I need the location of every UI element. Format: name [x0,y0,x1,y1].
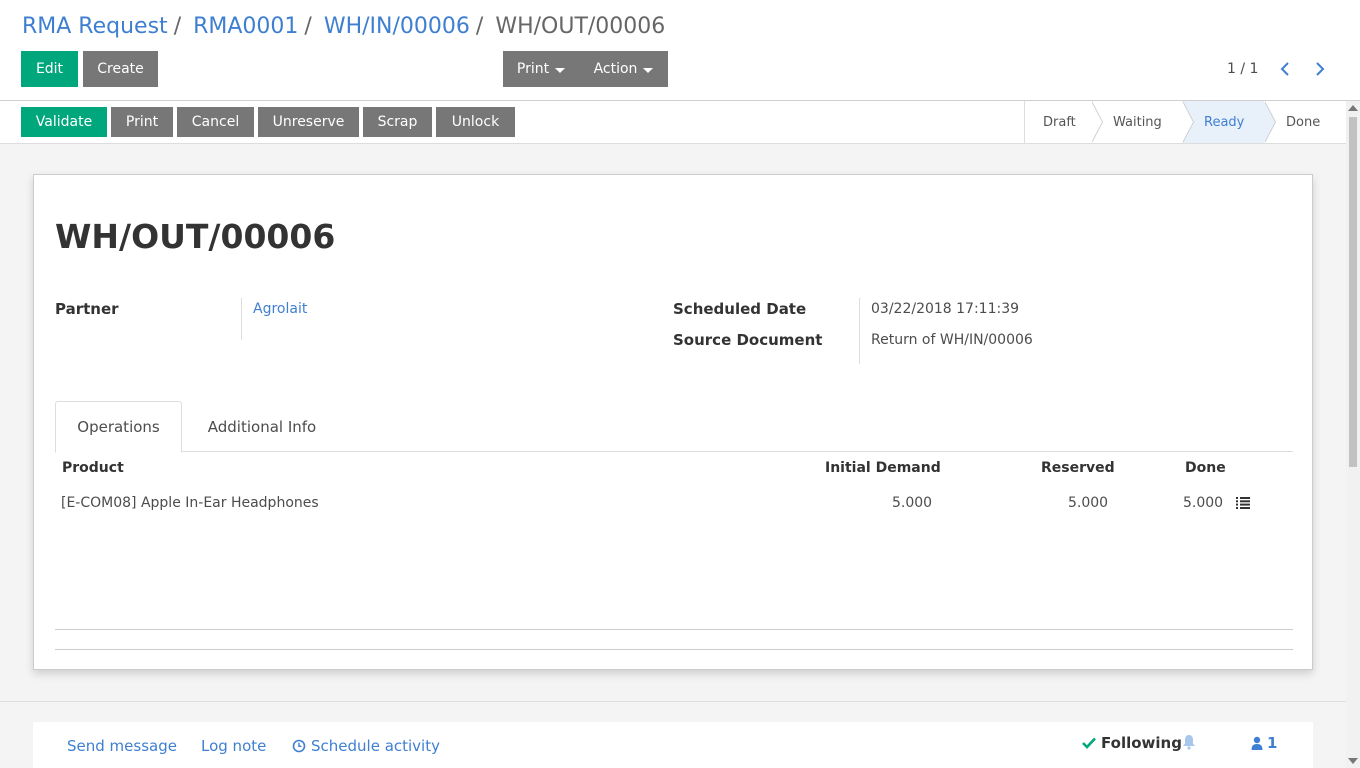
clock-icon [292,739,306,753]
pager-previous-icon[interactable] [1275,58,1295,80]
source-document-label: Source Document [673,331,823,349]
followers-count: 1 [1267,734,1278,752]
stage-ready[interactable]: Ready [1182,101,1276,143]
stage-draft[interactable]: Draft [1025,101,1103,143]
caret-down-icon [643,67,654,73]
following-label: Following [1101,734,1182,752]
scrap-button[interactable]: Scrap [363,107,432,137]
send-message-button[interactable]: Send message [67,737,177,755]
column-header-done[interactable]: Done [1185,460,1226,476]
stage-label: Ready [1204,114,1245,130]
schedule-activity-button[interactable]: Schedule activity [292,737,440,755]
control-panel: RMA Request / RMA0001/ WH/IN/00006/ WH/OU… [0,0,1360,101]
breadcrumb: RMA Request / RMA0001/ WH/IN/00006/ WH/OU… [22,14,665,39]
breadcrumb-item-rma0001[interactable]: RMA0001 [193,14,298,39]
notebook-tabs: Operations Additional Info [55,401,1293,453]
check-icon [1082,737,1096,749]
breadcrumb-separator: / [304,14,312,39]
breadcrumb-item-current: WH/OUT/00006 [495,14,666,39]
partner-label: Partner [55,300,119,318]
breadcrumb-item-wh-in[interactable]: WH/IN/00006 [324,14,470,39]
followers-button[interactable]: 1 [1251,734,1277,752]
scheduled-date-value: 03/22/2018 17:11:39 [871,301,1020,317]
column-header-initial-demand[interactable]: Initial Demand [825,460,941,476]
following-button[interactable]: Following [1082,734,1182,752]
breadcrumb-separator: / [173,14,182,39]
form-content: WH/OUT/00006 Partner Agrolait Scheduled … [0,144,1346,701]
tab-operations[interactable]: Operations [55,401,182,453]
cell-product: [E-COM08] Apple In-Ear Headphones [61,495,319,511]
stage-label: Waiting [1113,114,1162,130]
cell-initial-demand: 5.000 [892,495,933,511]
caret-down-icon [555,67,566,73]
pager-value[interactable]: 1 / 1 [1227,61,1258,77]
action-dropdown-button[interactable]: Action [579,51,668,87]
print-dropdown-button[interactable]: Print [503,51,579,87]
breadcrumb-separator: / [475,14,484,39]
record-title: WH/OUT/00006 [55,217,336,256]
cancel-button[interactable]: Cancel [177,107,254,137]
scheduled-date-label: Scheduled Date [673,300,807,318]
edit-button[interactable]: Edit [21,51,78,87]
scrollbar[interactable] [1346,101,1360,768]
list-icon[interactable] [1236,497,1250,513]
partner-value[interactable]: Agrolait [253,301,307,317]
stage-done[interactable]: Done [1264,101,1346,143]
print-dropdown-label: Print [516,61,550,77]
chatter-area: Send message Log note Schedule activity … [0,701,1346,768]
unreserve-button[interactable]: Unreserve [258,107,359,137]
table-footer-divider [55,649,1293,650]
stage-label: Draft [1043,114,1076,130]
column-header-product[interactable]: Product [62,460,124,476]
column-header-reserved[interactable]: Reserved [1041,460,1115,476]
print-button[interactable]: Print [111,107,173,137]
field-divider [241,298,242,340]
cell-done: 5.000 [1183,495,1224,511]
field-divider [859,298,860,364]
scroll-thumb[interactable] [1349,117,1357,467]
user-icon [1251,736,1263,750]
unlock-button[interactable]: Unlock [436,107,515,137]
schedule-activity-label: Schedule activity [311,737,440,755]
scroll-down-icon[interactable] [1348,758,1358,764]
pager-next-icon[interactable] [1310,58,1330,80]
table-footer-divider [55,629,1293,630]
bell-icon[interactable] [1182,734,1196,754]
source-document-value: Return of WH/IN/00006 [871,332,1033,348]
action-dropdown-label: Action [593,61,638,77]
form-sheet: WH/OUT/00006 Partner Agrolait Scheduled … [33,174,1313,670]
log-note-button[interactable]: Log note [201,737,266,755]
breadcrumb-item-rma-request[interactable]: RMA Request [22,14,168,39]
tab-additional-info[interactable]: Additional Info [182,401,342,452]
scroll-up-icon[interactable] [1348,105,1358,111]
stage-waiting[interactable]: Waiting [1091,101,1194,143]
validate-button[interactable]: Validate [21,107,107,137]
create-button[interactable]: Create [83,51,158,87]
cell-reserved: 5.000 [1068,495,1109,511]
chatter-topbar: Send message Log note Schedule activity … [33,722,1313,768]
statusbar: Validate Print Cancel Unreserve Scrap Un… [0,101,1346,144]
stage-label: Done [1286,114,1321,130]
status-stages: Draft Waiting Ready Done [1024,101,1346,143]
